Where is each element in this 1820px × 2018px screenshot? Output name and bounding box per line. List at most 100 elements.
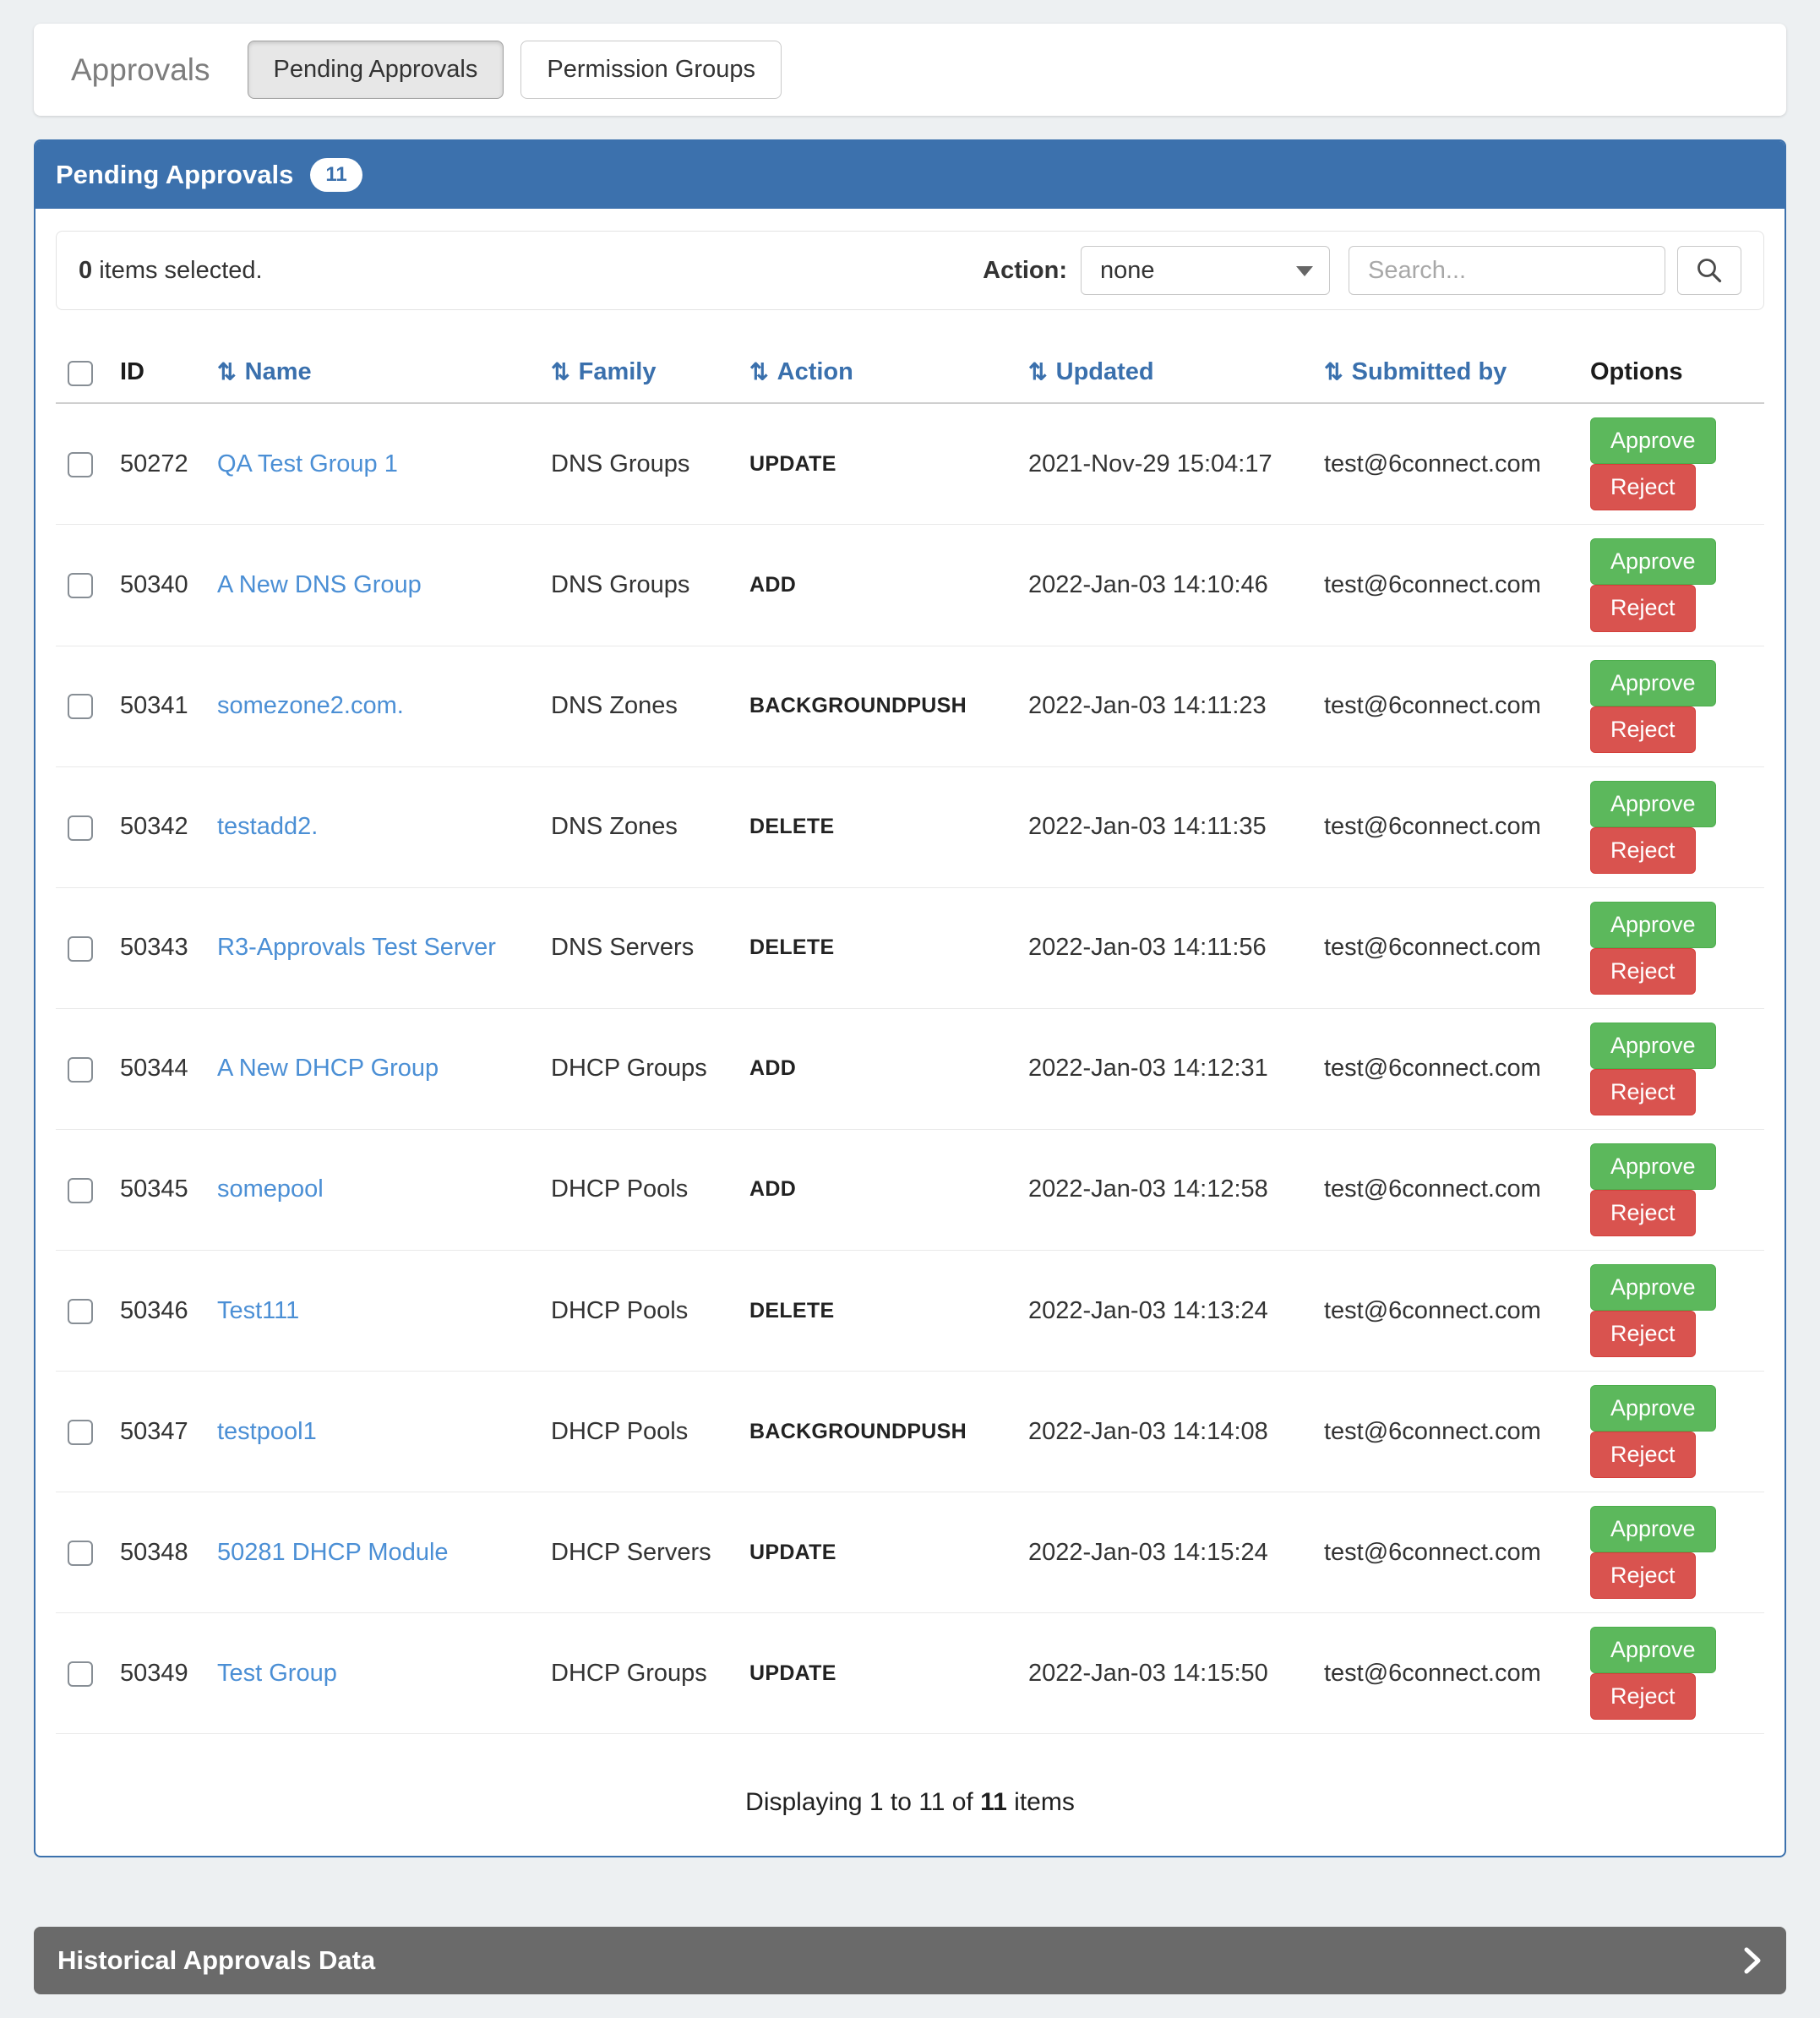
row-checkbox[interactable] bbox=[68, 936, 93, 962]
row-action: ADD bbox=[738, 1129, 1016, 1250]
app-header: Approvals Pending Approvals Permission G… bbox=[34, 24, 1786, 116]
search-button[interactable] bbox=[1677, 246, 1741, 295]
sort-icon: ⇅ bbox=[551, 359, 570, 385]
reject-button[interactable]: Reject bbox=[1590, 1552, 1696, 1599]
row-updated: 2022-Jan-03 14:14:08 bbox=[1016, 1372, 1312, 1492]
row-name-link[interactable]: R3-Approvals Test Server bbox=[217, 934, 496, 961]
reject-button[interactable]: Reject bbox=[1590, 827, 1696, 874]
approve-button[interactable]: Approve bbox=[1590, 1023, 1716, 1069]
row-updated: 2022-Jan-03 14:12:58 bbox=[1016, 1129, 1312, 1250]
row-updated: 2022-Jan-03 14:13:24 bbox=[1016, 1251, 1312, 1372]
row-name-link[interactable]: testpool1 bbox=[217, 1418, 317, 1445]
reject-button[interactable]: Reject bbox=[1590, 1190, 1696, 1236]
row-checkbox[interactable] bbox=[68, 1057, 93, 1083]
row-name-link[interactable]: A New DHCP Group bbox=[217, 1055, 439, 1082]
row-family: DHCP Pools bbox=[539, 1251, 738, 1372]
approve-button[interactable]: Approve bbox=[1590, 902, 1716, 948]
row-action: DELETE bbox=[738, 766, 1016, 887]
reject-button[interactable]: Reject bbox=[1590, 464, 1696, 510]
reject-button[interactable]: Reject bbox=[1590, 1673, 1696, 1720]
tab-permission-groups[interactable]: Permission Groups bbox=[520, 41, 782, 99]
row-action: DELETE bbox=[738, 1251, 1016, 1372]
select-all-checkbox[interactable] bbox=[68, 361, 93, 386]
row-family: DNS Zones bbox=[539, 766, 738, 887]
row-id: 50349 bbox=[108, 1613, 205, 1734]
row-action: ADD bbox=[738, 1008, 1016, 1129]
row-name-cell: somezone2.com. bbox=[205, 646, 539, 766]
row-checkbox[interactable] bbox=[68, 1661, 93, 1687]
approve-button[interactable]: Approve bbox=[1590, 1506, 1716, 1552]
row-checkbox[interactable] bbox=[68, 815, 93, 841]
row-family: DNS Groups bbox=[539, 525, 738, 646]
row-checkbox-cell bbox=[56, 1008, 108, 1129]
search-icon bbox=[1695, 256, 1724, 285]
action-select[interactable]: none bbox=[1081, 246, 1330, 295]
row-family: DHCP Pools bbox=[539, 1129, 738, 1250]
row-checkbox[interactable] bbox=[68, 452, 93, 477]
tab-pending-approvals[interactable]: Pending Approvals bbox=[248, 41, 504, 99]
column-header-submitted-by[interactable]: ⇅Submitted by bbox=[1312, 342, 1578, 403]
row-options: ApproveReject bbox=[1578, 1008, 1764, 1129]
column-header-options: Options bbox=[1578, 342, 1764, 403]
table-row: 50272QA Test Group 1DNS GroupsUPDATE2021… bbox=[56, 403, 1764, 525]
approve-button[interactable]: Approve bbox=[1590, 1627, 1716, 1673]
row-name-link[interactable]: somepool bbox=[217, 1175, 324, 1203]
row-checkbox[interactable] bbox=[68, 1541, 93, 1566]
row-checkbox[interactable] bbox=[68, 694, 93, 719]
row-name-link[interactable]: testadd2. bbox=[217, 813, 318, 840]
approve-button[interactable]: Approve bbox=[1590, 1264, 1716, 1311]
row-updated: 2022-Jan-03 14:12:31 bbox=[1016, 1008, 1312, 1129]
reject-button[interactable]: Reject bbox=[1590, 706, 1696, 753]
search-input[interactable] bbox=[1349, 246, 1665, 295]
reject-button[interactable]: Reject bbox=[1590, 585, 1696, 631]
row-submitted-by: test@6connect.com bbox=[1312, 1129, 1578, 1250]
row-action: BACKGROUNDPUSH bbox=[738, 1372, 1016, 1492]
table-row: 50342testadd2.DNS ZonesDELETE2022-Jan-03… bbox=[56, 766, 1764, 887]
row-name-link[interactable]: Test Group bbox=[217, 1660, 337, 1687]
column-header-action[interactable]: ⇅Action bbox=[738, 342, 1016, 403]
row-name-link[interactable]: Test111 bbox=[217, 1297, 299, 1324]
row-submitted-by: test@6connect.com bbox=[1312, 887, 1578, 1008]
approve-button[interactable]: Approve bbox=[1590, 781, 1716, 827]
reject-button[interactable]: Reject bbox=[1590, 1432, 1696, 1478]
row-name-cell: 50281 DHCP Module bbox=[205, 1492, 539, 1613]
column-header-id: ID bbox=[108, 342, 205, 403]
row-name-link[interactable]: somezone2.com. bbox=[217, 692, 404, 719]
approve-button[interactable]: Approve bbox=[1590, 1143, 1716, 1190]
row-checkbox[interactable] bbox=[68, 1420, 93, 1445]
row-action: ADD bbox=[738, 525, 1016, 646]
reject-button[interactable]: Reject bbox=[1590, 948, 1696, 995]
sort-icon: ⇅ bbox=[749, 359, 769, 385]
reject-button[interactable]: Reject bbox=[1590, 1311, 1696, 1357]
approve-button[interactable]: Approve bbox=[1590, 660, 1716, 706]
row-checkbox[interactable] bbox=[68, 1299, 93, 1324]
row-updated: 2022-Jan-03 14:15:24 bbox=[1016, 1492, 1312, 1613]
row-name-link[interactable]: A New DNS Group bbox=[217, 571, 422, 598]
column-header-family[interactable]: ⇅Family bbox=[539, 342, 738, 403]
row-name-link[interactable]: 50281 DHCP Module bbox=[217, 1539, 449, 1566]
table-row: 50347testpool1DHCP PoolsBACKGROUNDPUSH20… bbox=[56, 1372, 1764, 1492]
row-name-link[interactable]: QA Test Group 1 bbox=[217, 450, 398, 477]
panel-header: Pending Approvals 11 bbox=[35, 141, 1785, 209]
column-header-name[interactable]: ⇅Name bbox=[205, 342, 539, 403]
reject-button[interactable]: Reject bbox=[1590, 1069, 1696, 1115]
approve-button[interactable]: Approve bbox=[1590, 538, 1716, 585]
row-id: 50344 bbox=[108, 1008, 205, 1129]
row-checkbox[interactable] bbox=[68, 1178, 93, 1203]
row-family: DHCP Servers bbox=[539, 1492, 738, 1613]
row-action: UPDATE bbox=[738, 1613, 1016, 1734]
row-checkbox-cell bbox=[56, 766, 108, 887]
row-checkbox[interactable] bbox=[68, 573, 93, 598]
row-options: ApproveReject bbox=[1578, 766, 1764, 887]
column-header-updated[interactable]: ⇅Updated bbox=[1016, 342, 1312, 403]
row-submitted-by: test@6connect.com bbox=[1312, 1613, 1578, 1734]
row-options: ApproveReject bbox=[1578, 403, 1764, 525]
row-name-cell: A New DHCP Group bbox=[205, 1008, 539, 1129]
historical-approvals-bar[interactable]: Historical Approvals Data bbox=[34, 1927, 1786, 1994]
approvals-table-body: 50272QA Test Group 1DNS GroupsUPDATE2021… bbox=[56, 403, 1764, 1734]
approve-button[interactable]: Approve bbox=[1590, 417, 1716, 464]
row-options: ApproveReject bbox=[1578, 646, 1764, 766]
approve-button[interactable]: Approve bbox=[1590, 1385, 1716, 1432]
row-updated: 2022-Jan-03 14:11:23 bbox=[1016, 646, 1312, 766]
row-submitted-by: test@6connect.com bbox=[1312, 1251, 1578, 1372]
